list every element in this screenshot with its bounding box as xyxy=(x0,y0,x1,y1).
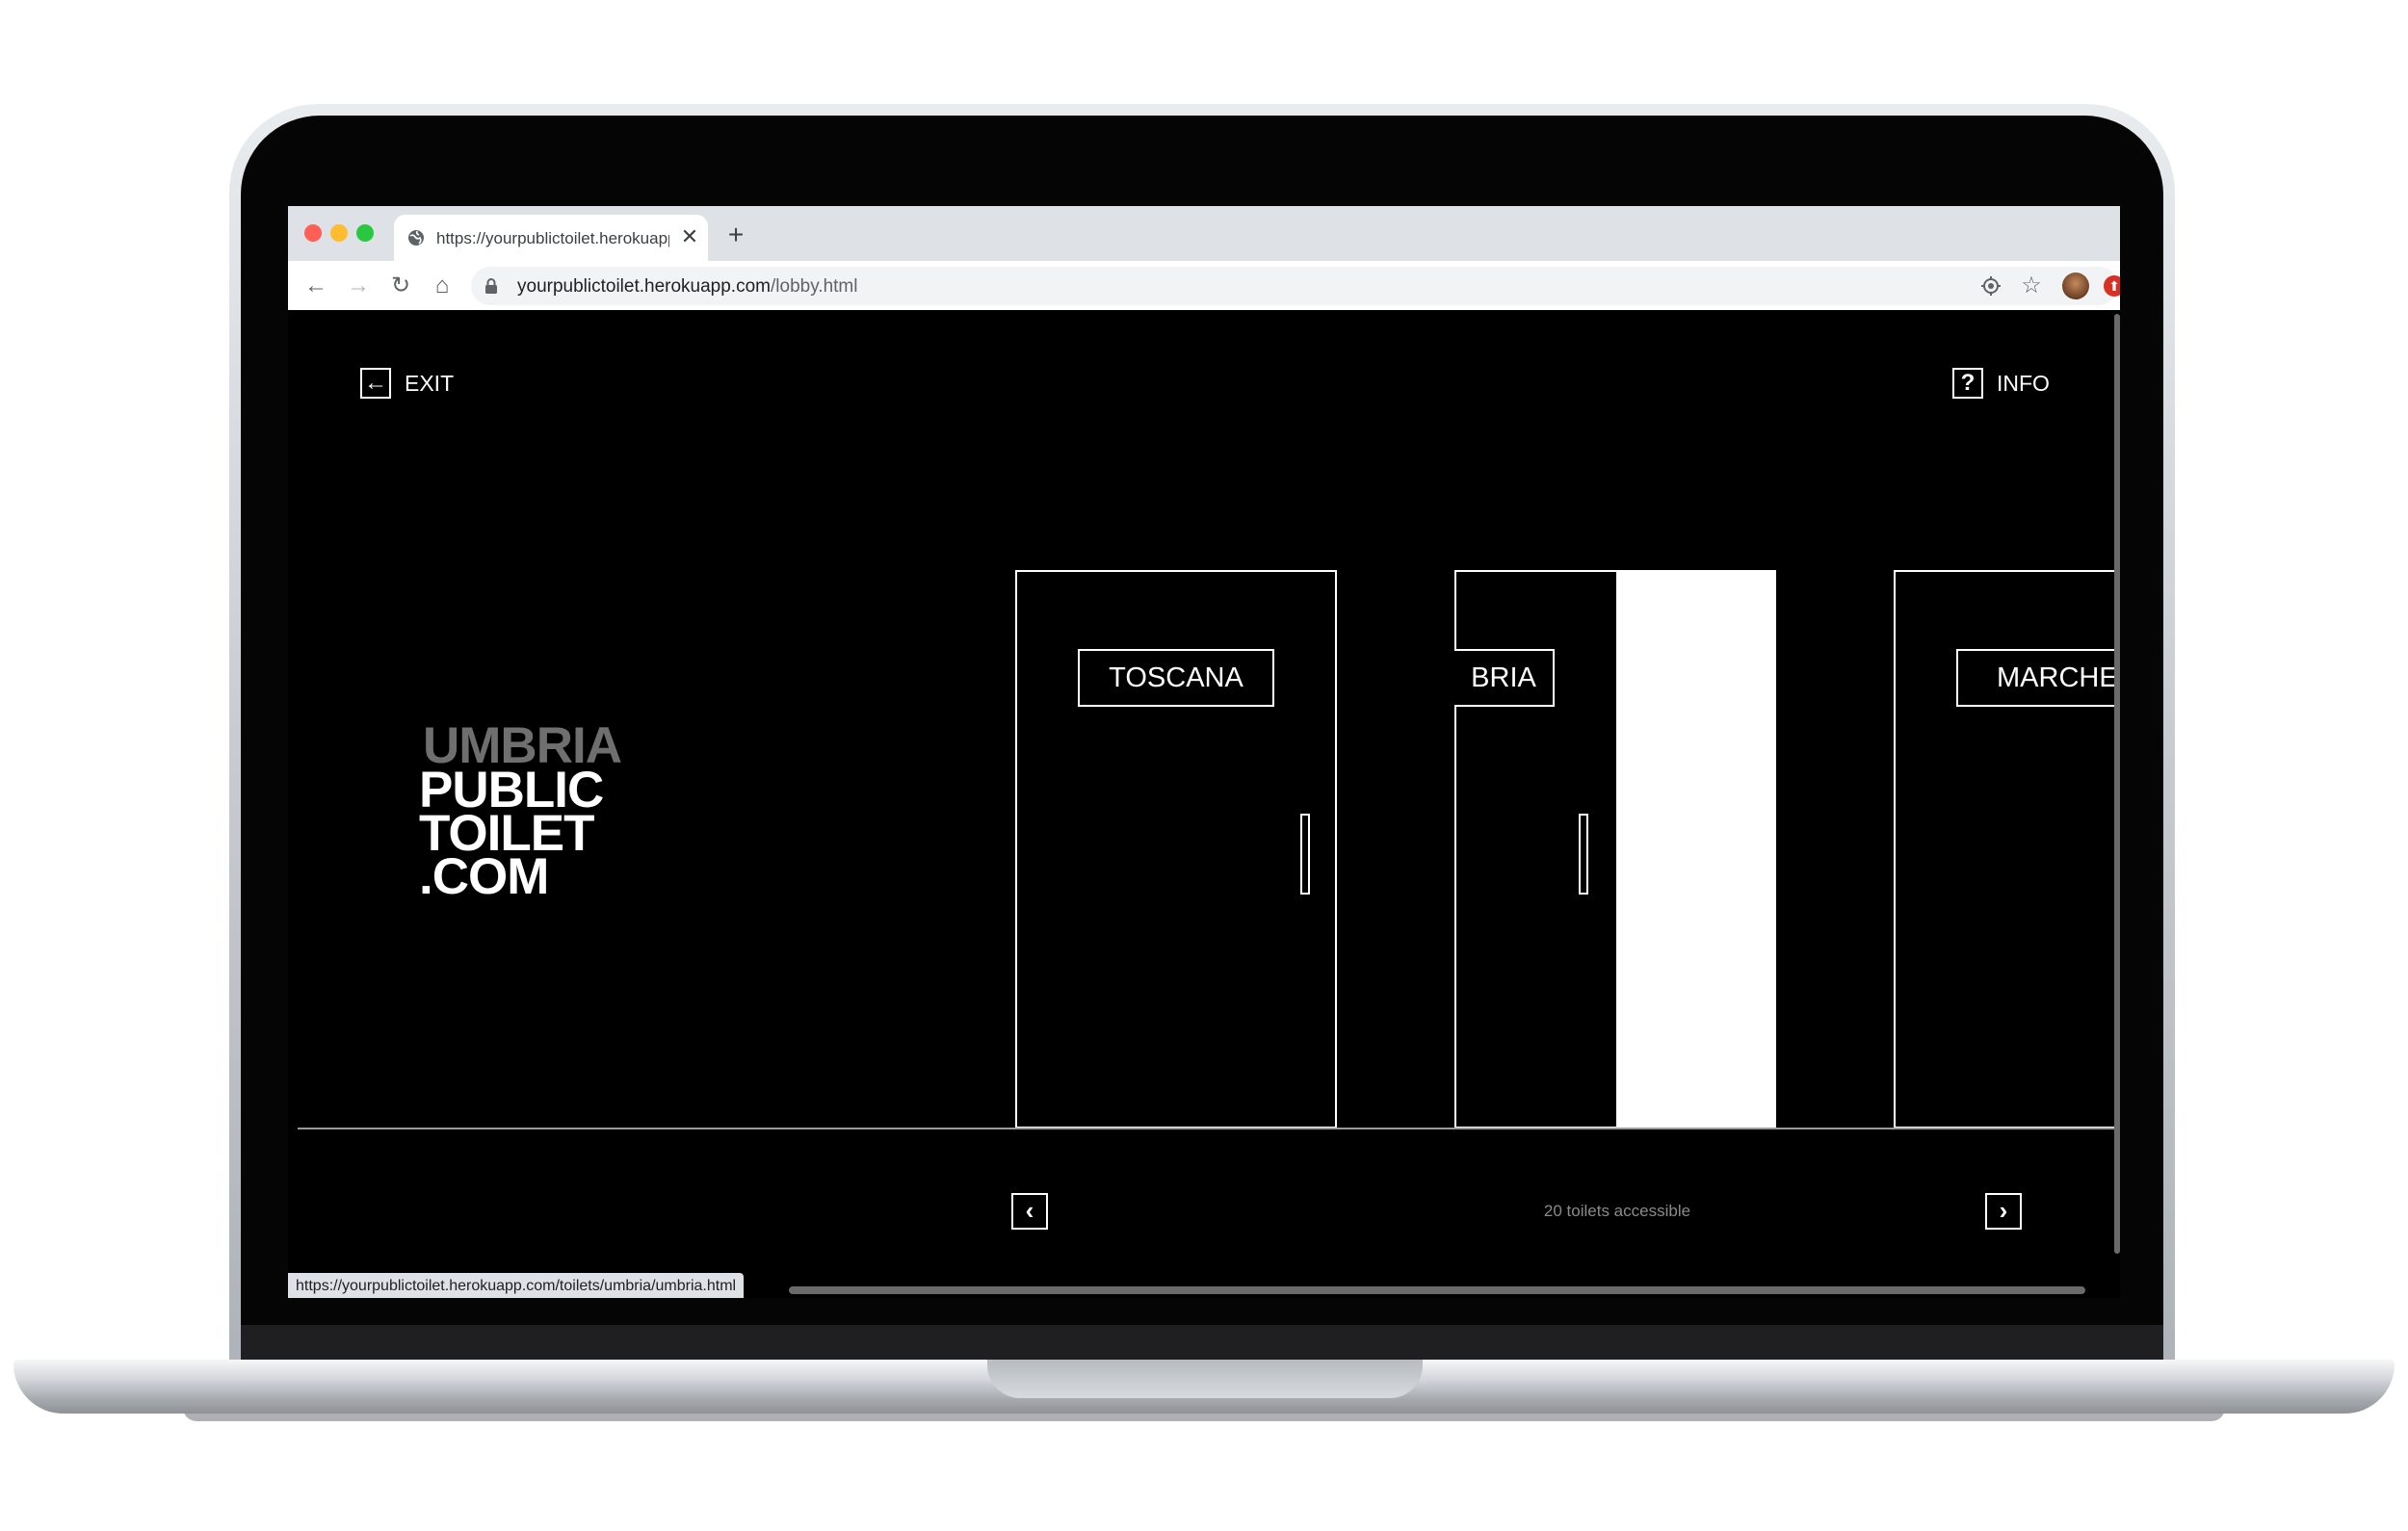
toilet-door-marche[interactable]: MARCHE xyxy=(1894,570,2120,1129)
new-tab-button[interactable]: + xyxy=(723,221,748,248)
browser-tab[interactable]: https://yourpublictoilet.herokuapp.com/l… xyxy=(394,215,708,261)
exit-label: EXIT xyxy=(405,371,455,396)
profile-avatar[interactable] xyxy=(2062,272,2089,299)
link-status-bubble: https://yourpublictoilet.herokuapp.com/t… xyxy=(288,1273,745,1298)
forward-arrow-icon[interactable]: → xyxy=(344,272,373,300)
lobby-page: ← EXIT ? INFO UMBRIA PUBLIC TOILET .COM … xyxy=(288,310,2120,1298)
minimize-window-button[interactable] xyxy=(330,224,348,242)
floor-line xyxy=(298,1128,2120,1129)
location-target-icon[interactable] xyxy=(1979,274,2002,298)
globe-icon xyxy=(408,230,424,246)
bookmark-star-icon[interactable]: ☆ xyxy=(2020,274,2043,298)
laptop-notch xyxy=(987,1360,1423,1398)
maximize-window-button[interactable] xyxy=(356,224,374,242)
reload-icon[interactable]: ↻ xyxy=(386,272,415,300)
url-host: yourpublictoilet.herokuapp.com xyxy=(517,276,771,297)
logo-line-com: .COM xyxy=(419,848,549,905)
tab-title: https://yourpublictoilet.herokuapp.com/l… xyxy=(436,229,669,247)
door-handle xyxy=(1579,814,1588,895)
info-label: INFO xyxy=(1997,371,2050,396)
toilet-door-toscana[interactable]: TOSCANA xyxy=(1015,570,1337,1129)
back-arrow-icon[interactable]: ← xyxy=(301,272,330,300)
url-path: /lobby.html xyxy=(771,276,858,297)
close-tab-icon[interactable]: ✕ xyxy=(679,225,700,248)
accessible-count-text: 20 toilets accessible xyxy=(1543,1202,1691,1220)
home-icon[interactable]: ⌂ xyxy=(428,272,457,300)
open-doorway xyxy=(1616,570,1776,1129)
horizontal-scrollbar[interactable] xyxy=(789,1286,2085,1294)
door-handle xyxy=(1300,814,1310,895)
site-logo: UMBRIA PUBLIC TOILET .COM xyxy=(419,720,708,917)
browser-toolbar: ← → ↻ ⌂ yourpublictoilet.herokuapp.com/l… xyxy=(288,261,2120,310)
door-sign: TOSCANA xyxy=(1078,649,1274,707)
door-sign: BRIA xyxy=(1454,649,1555,707)
address-bar[interactable]: yourpublictoilet.herokuapp.com/lobby.htm… xyxy=(471,267,2120,305)
laptop-screen: https://yourpublictoilet.herokuapp.com/l… xyxy=(288,206,2120,1298)
url-text: yourpublictoilet.herokuapp.com/lobby.htm… xyxy=(517,276,857,298)
close-window-button[interactable] xyxy=(304,224,322,242)
toilet-door-umbria[interactable]: BRIA xyxy=(1454,570,1618,1129)
update-icon[interactable]: ⬆ xyxy=(2104,275,2120,297)
browser-tab-bar: https://yourpublictoilet.herokuapp.com/l… xyxy=(288,206,2120,261)
door-sign: MARCHE xyxy=(1956,649,2120,707)
question-mark-icon: ? xyxy=(1952,368,1983,399)
vertical-scrollbar[interactable] xyxy=(2114,314,2120,1254)
lock-icon xyxy=(485,278,497,294)
next-arrow-button[interactable]: › xyxy=(1985,1193,2022,1230)
previous-arrow-button[interactable]: ‹ xyxy=(1011,1193,1048,1230)
arrow-left-icon: ← xyxy=(360,368,391,399)
